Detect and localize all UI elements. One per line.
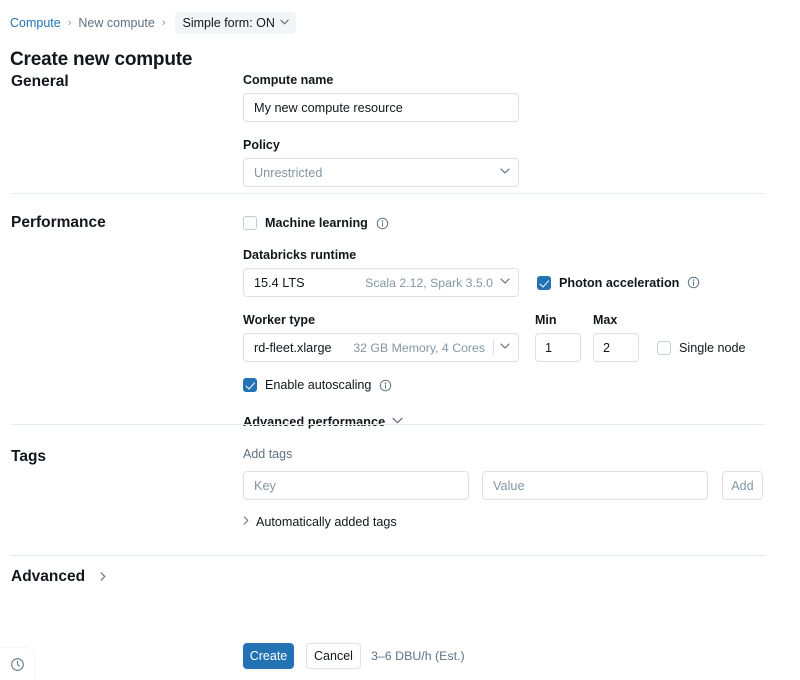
section-title-performance: Performance [11, 214, 106, 232]
breadcrumb-separator-icon: › [67, 15, 73, 31]
field-compute-name: Compute name My new compute resource [243, 72, 773, 122]
worker-row: Worker type rd-fleet.xlarge 32 GB Memory… [243, 312, 773, 362]
field-max-workers: Max 2 [593, 312, 639, 362]
min-label: Min [535, 312, 581, 328]
chevron-down-icon [500, 278, 510, 288]
worker-type-hint: 32 GB Memory, 4 Cores [353, 341, 485, 355]
photon-acceleration-label: Photon acceleration [559, 276, 679, 290]
field-worker-type: Worker type rd-fleet.xlarge 32 GB Memory… [243, 312, 519, 362]
tag-value-input[interactable]: Value [482, 471, 708, 500]
field-databricks-runtime: Databricks runtime 15.4 LTS Scala 2.12, … [243, 247, 519, 297]
divider-tags [11, 555, 765, 556]
photon-acceleration-checkbox[interactable] [537, 276, 551, 290]
breadcrumb-separator-icon-2: › [161, 15, 167, 31]
info-icon[interactable] [376, 217, 389, 230]
databricks-runtime-select[interactable]: 15.4 LTS Scala 2.12, Spark 3.5.0 [243, 268, 519, 297]
chevron-right-icon [100, 572, 110, 582]
section-tags: Tags Add tags Key Value Add [0, 447, 800, 547]
section-advanced: Advanced [0, 568, 800, 608]
compute-name-label: Compute name [243, 72, 773, 88]
section-title-tags: Tags [11, 448, 46, 466]
tag-entry-row: Key Value Add [243, 471, 773, 500]
tag-key-placeholder: Key [254, 479, 276, 493]
enable-autoscaling-label: Enable autoscaling [265, 378, 371, 392]
breadcrumb-link-compute[interactable]: Compute [10, 15, 61, 31]
automatically-added-tags-label: Automatically added tags [256, 515, 397, 529]
chevron-down-icon [500, 168, 510, 178]
single-node-label: Single node [679, 341, 746, 355]
machine-learning-label: Machine learning [265, 216, 368, 230]
photon-acceleration-row: Photon acceleration [537, 268, 700, 297]
tag-value-placeholder: Value [493, 479, 525, 493]
single-node-checkbox[interactable] [657, 341, 671, 355]
divider-general [11, 193, 765, 194]
create-compute-page: Compute › New compute › Simple form: ON … [0, 0, 800, 680]
worker-type-value: rd-fleet.xlarge [254, 341, 332, 355]
max-label: Max [593, 312, 639, 328]
simple-form-toggle[interactable]: Simple form: ON [175, 12, 296, 34]
create-button[interactable]: Create [243, 643, 294, 669]
breadcrumb-current-new-compute[interactable]: New compute [78, 15, 154, 31]
enable-autoscaling-checkbox[interactable] [243, 378, 257, 392]
page-title: Create new compute [10, 49, 192, 71]
worker-type-select[interactable]: rd-fleet.xlarge 32 GB Memory, 4 Cores [243, 333, 519, 362]
compute-name-input[interactable]: My new compute resource [243, 93, 519, 122]
automatically-added-tags-toggle[interactable]: Automatically added tags [243, 515, 397, 529]
section-general: General Compute name My new compute reso… [0, 72, 800, 187]
clock-icon [10, 657, 25, 672]
runtime-row: Databricks runtime 15.4 LTS Scala 2.12, … [243, 247, 773, 297]
field-policy: Policy Unrestricted [243, 137, 773, 187]
advanced-performance-toggle[interactable]: Advanced performance [243, 414, 402, 429]
policy-label: Policy [243, 137, 773, 153]
min-workers-input[interactable]: 1 [535, 333, 581, 362]
machine-learning-row: Machine learning [243, 214, 773, 232]
add-tags-label: Add tags [243, 447, 773, 461]
chevron-down-icon [392, 417, 402, 427]
chevron-right-icon [243, 516, 249, 528]
advanced-performance-label: Advanced performance [243, 414, 385, 429]
section-performance: Performance Machine learning Databricks … [0, 214, 800, 414]
add-tag-button[interactable]: Add [722, 471, 763, 500]
select-divider [493, 340, 494, 355]
enable-autoscaling-row: Enable autoscaling [243, 376, 773, 394]
policy-select[interactable]: Unrestricted [243, 158, 519, 187]
info-icon[interactable] [687, 276, 700, 289]
chevron-down-icon [500, 343, 510, 353]
cancel-button[interactable]: Cancel [306, 643, 361, 669]
section-title-general: General [11, 73, 69, 91]
databricks-runtime-hint: Scala 2.12, Spark 3.5.0 [365, 276, 500, 290]
advanced-performance-row: Advanced performance [243, 413, 773, 431]
info-icon[interactable] [379, 379, 392, 392]
breadcrumb: Compute › New compute › Simple form: ON [10, 12, 296, 34]
divider-performance [11, 424, 765, 425]
chevron-down-icon [280, 18, 289, 28]
max-workers-input[interactable]: 2 [593, 333, 639, 362]
worker-type-label: Worker type [243, 312, 519, 328]
policy-select-value: Unrestricted [254, 166, 322, 180]
cost-estimate: 3–6 DBU/h (Est.) [371, 649, 465, 663]
machine-learning-checkbox[interactable] [243, 216, 257, 230]
databricks-runtime-label: Databricks runtime [243, 247, 519, 263]
field-min-workers: Min 1 [535, 312, 581, 362]
databricks-runtime-value: 15.4 LTS [254, 276, 305, 290]
advanced-toggle[interactable]: Advanced [11, 568, 110, 586]
automatically-added-tags-row: Automatically added tags [243, 512, 773, 530]
history-button[interactable] [0, 648, 34, 680]
simple-form-toggle-label: Simple form: ON [183, 15, 275, 31]
tag-key-input[interactable]: Key [243, 471, 469, 500]
section-title-advanced: Advanced [11, 568, 85, 586]
single-node-row: Single node [657, 333, 746, 362]
